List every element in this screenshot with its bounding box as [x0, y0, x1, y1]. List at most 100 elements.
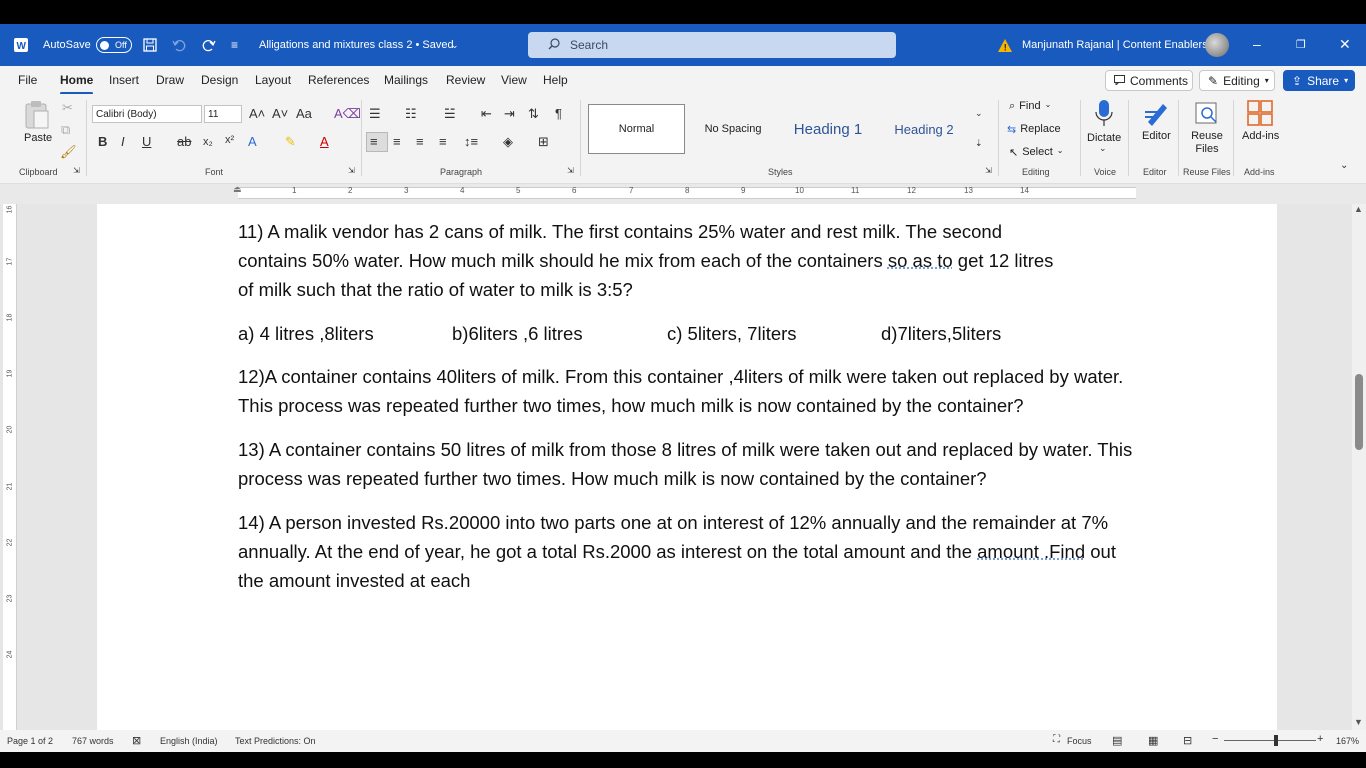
align-right-icon[interactable]: ≡ [416, 134, 424, 149]
font-name-box[interactable]: Calibri (Body) [92, 105, 202, 123]
focus-icon[interactable]: ⛶ [1053, 734, 1060, 745]
font-color-icon[interactable]: A [320, 134, 329, 149]
zoom-slider-track[interactable] [1224, 740, 1316, 741]
print-layout-icon[interactable]: ▦ [1148, 734, 1158, 747]
indent-marker-icon[interactable]: ⏏ [233, 184, 242, 195]
style-normal[interactable]: Normal [588, 104, 685, 154]
dictate-chevron-icon[interactable]: ⌄ [1099, 143, 1107, 154]
page-count[interactable]: Page 1 of 2 [7, 736, 53, 746]
share-button[interactable]: ⇪ Share ▾ [1283, 70, 1355, 91]
replace-button[interactable]: ⇆ Replace [1007, 123, 1061, 136]
find-button[interactable]: ⌕ Find ⌄ [1009, 100, 1051, 113]
tab-home[interactable]: Home [60, 73, 94, 95]
scroll-down-icon[interactable]: ▼ [1354, 717, 1363, 727]
italic-icon[interactable]: I [121, 134, 125, 149]
tab-layout[interactable]: Layout [255, 73, 291, 87]
shrink-font-icon[interactable]: A˅ [272, 106, 288, 121]
proofing-icon[interactable]: ⊠ [132, 734, 141, 747]
zoom-in-icon[interactable]: + [1317, 733, 1323, 745]
highlight-icon[interactable]: ✎ [285, 134, 296, 150]
tab-review[interactable]: Review [446, 73, 485, 87]
zoom-out-icon[interactable]: − [1212, 733, 1218, 745]
editing-mode-button[interactable]: ✎ Editing ▾ [1199, 70, 1275, 91]
word-count[interactable]: 767 words [72, 736, 114, 746]
comments-button[interactable]: Comments [1105, 70, 1193, 91]
zoom-slider-thumb[interactable] [1274, 735, 1278, 746]
align-center-icon[interactable]: ≡ [393, 134, 401, 149]
document-title[interactable]: Alligations and mixtures class 2 • Saved [259, 24, 454, 66]
redo-icon[interactable] [202, 24, 216, 66]
reuse-files-label[interactable]: Reuse Files [1190, 130, 1224, 156]
addins-label[interactable]: Add-ins [1242, 130, 1279, 142]
grammar-suggestion[interactable]: so as to [888, 250, 953, 271]
web-layout-icon[interactable]: ⊟ [1183, 734, 1192, 747]
strikethrough-icon[interactable]: ab [177, 134, 191, 149]
paragraph-launcher-icon[interactable]: ⇲ [567, 166, 574, 175]
tab-draw[interactable]: Draw [156, 73, 184, 87]
style-heading-1[interactable]: Heading 1 [782, 104, 874, 154]
text-predictions-status[interactable]: Text Predictions: On [235, 736, 316, 746]
read-mode-icon[interactable]: ▤ [1112, 734, 1122, 747]
zoom-level[interactable]: 167% [1336, 736, 1359, 746]
scrollbar-thumb[interactable] [1355, 374, 1363, 450]
sort-icon[interactable]: ⇅ [528, 106, 539, 122]
collapse-ribbon-icon[interactable]: ⌄ [1340, 160, 1348, 171]
decrease-indent-icon[interactable]: ⇤ [481, 106, 492, 122]
borders-icon[interactable]: ⊞ [538, 134, 549, 150]
autosave-toggle[interactable]: Off [96, 37, 132, 53]
clipboard-launcher-icon[interactable]: ⇲ [73, 166, 80, 175]
superscript-icon[interactable]: x² [225, 134, 234, 146]
minimize-icon[interactable]: – [1253, 36, 1261, 52]
copy-icon[interactable]: ⧉ [61, 122, 70, 138]
format-painter-icon[interactable]: 🖌 [60, 144, 77, 160]
cut-icon[interactable]: ✂ [62, 100, 73, 116]
microphone-icon[interactable] [1095, 99, 1113, 130]
numbering-icon[interactable]: ☷ [405, 106, 417, 122]
vertical-scrollbar[interactable]: ▲ ▼ [1352, 204, 1366, 730]
grammar-suggestion[interactable]: amount .Find [977, 541, 1085, 562]
user-name[interactable]: Manjunath Rajanal | Content Enablers [1022, 24, 1208, 66]
document-body[interactable]: 11) A malik vendor has 2 cans of milk. T… [238, 217, 1138, 610]
underline-icon[interactable]: U [142, 134, 151, 149]
user-avatar[interactable] [1205, 33, 1229, 57]
paste-icon[interactable] [24, 100, 50, 133]
reuse-files-icon[interactable] [1194, 100, 1220, 129]
search-box[interactable]: Search [528, 32, 896, 58]
style-no-spacing[interactable]: No Spacing [690, 104, 776, 154]
shading-icon[interactable]: ◈ [503, 134, 513, 150]
tab-mailings[interactable]: Mailings [384, 73, 428, 87]
close-icon[interactable]: ✕ [1339, 36, 1351, 53]
grow-font-icon[interactable]: A˄ [249, 106, 265, 121]
bullets-icon[interactable]: ☰ [369, 106, 381, 122]
editor-label[interactable]: Editor [1142, 130, 1171, 142]
title-chevron-icon[interactable]: ⌄ [451, 24, 459, 66]
language-status[interactable]: English (India) [160, 736, 218, 746]
focus-label[interactable]: Focus [1067, 736, 1092, 746]
warning-icon[interactable]: ! [998, 24, 1012, 66]
styles-launcher-icon[interactable]: ⇲ [985, 166, 992, 175]
justify-icon[interactable]: ≡ [439, 134, 447, 149]
styles-more-icon[interactable]: ⇣ [975, 138, 983, 149]
undo-icon[interactable] [172, 24, 186, 66]
editor-icon[interactable] [1143, 100, 1169, 129]
line-spacing-icon[interactable]: ↕≡ [464, 134, 478, 149]
tab-design[interactable]: Design [201, 73, 238, 87]
styles-scroll-up-icon[interactable]: ⌄ [975, 108, 983, 119]
tab-insert[interactable]: Insert [109, 73, 139, 87]
tab-view[interactable]: View [501, 73, 527, 87]
tab-help[interactable]: Help [543, 73, 568, 87]
tab-file[interactable]: File [18, 73, 37, 87]
save-icon[interactable] [143, 24, 157, 66]
show-formatting-icon[interactable]: ¶ [555, 106, 562, 121]
change-case-icon[interactable]: Aa [296, 106, 312, 121]
text-effects-icon[interactable]: A [248, 134, 257, 149]
increase-indent-icon[interactable]: ⇥ [504, 106, 515, 122]
font-launcher-icon[interactable]: ⇲ [348, 166, 355, 175]
subscript-icon[interactable]: x₂ [203, 136, 213, 148]
paste-label[interactable]: Paste [24, 132, 52, 144]
customize-qat-icon[interactable]: ≡ [231, 24, 238, 66]
bold-icon[interactable]: B [98, 134, 107, 149]
scroll-up-icon[interactable]: ▲ [1354, 204, 1363, 214]
font-size-box[interactable]: 11 [204, 105, 242, 123]
style-heading-2[interactable]: Heading 2 [884, 104, 964, 154]
